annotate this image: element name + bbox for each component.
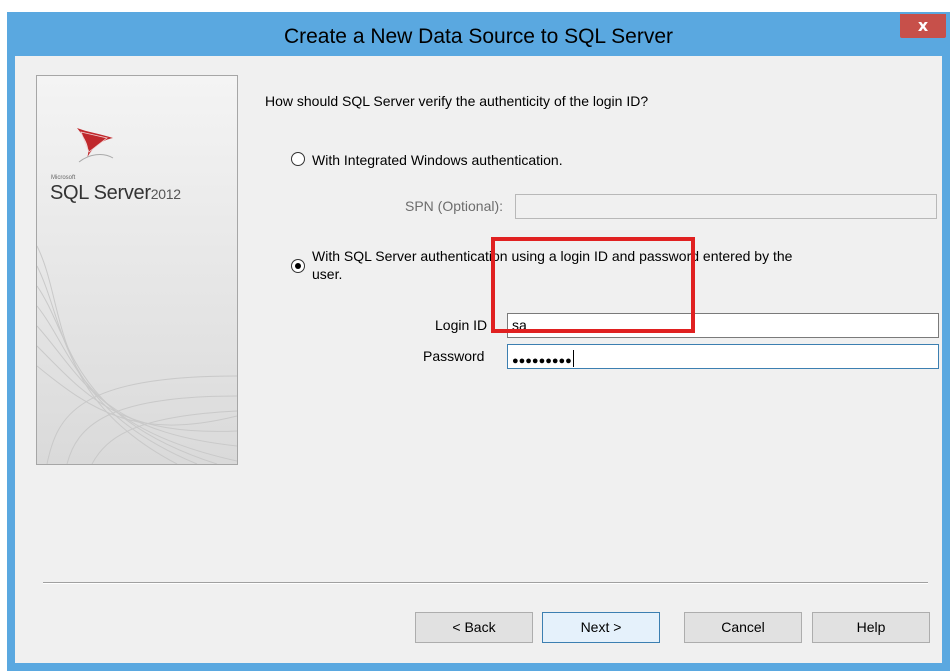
cancel-button[interactable]: Cancel bbox=[684, 612, 802, 643]
back-button[interactable]: < Back bbox=[415, 612, 533, 643]
decorative-wave-graphic bbox=[37, 76, 237, 464]
sql-auth-radio[interactable] bbox=[291, 259, 305, 273]
password-mask: ●●●●●●●●● bbox=[512, 355, 572, 367]
window-title: Create a New Data Source to SQL Server bbox=[283, 25, 674, 48]
password-input[interactable]: ●●●●●●●●● bbox=[507, 344, 939, 369]
spn-input[interactable] bbox=[515, 194, 937, 219]
dialog-window: Create a New Data Source to SQL Server x bbox=[7, 12, 950, 671]
integrated-auth-radio[interactable] bbox=[291, 152, 305, 166]
dialog-body: Microsoft SQL Server2012 How should SQL … bbox=[15, 56, 942, 663]
auth-question: How should SQL Server verify the authent… bbox=[265, 93, 649, 109]
title-bar[interactable]: Create a New Data Source to SQL Server x bbox=[7, 12, 950, 56]
annotation-highlight-box bbox=[491, 237, 695, 333]
logo-product-name: SQL Server2012 bbox=[50, 182, 181, 205]
help-button[interactable]: Help bbox=[812, 612, 930, 643]
sql-server-logo-icon bbox=[77, 128, 114, 163]
sql-auth-label-line2[interactable]: user. bbox=[312, 266, 342, 282]
logo-product: SQL Server bbox=[50, 182, 151, 204]
close-button[interactable]: x bbox=[900, 14, 946, 38]
button-separator bbox=[43, 582, 928, 584]
sql-server-logo-panel: Microsoft SQL Server2012 bbox=[36, 75, 238, 465]
logo-brand: Microsoft bbox=[51, 175, 76, 181]
integrated-auth-label[interactable]: With Integrated Windows authentication. bbox=[312, 152, 563, 168]
text-cursor bbox=[572, 350, 574, 367]
password-label: Password bbox=[423, 348, 485, 364]
spn-label: SPN (Optional): bbox=[405, 198, 504, 214]
next-button[interactable]: Next > bbox=[542, 612, 660, 643]
logo-year: 2012 bbox=[150, 186, 181, 202]
login-id-label: Login ID bbox=[435, 317, 488, 333]
